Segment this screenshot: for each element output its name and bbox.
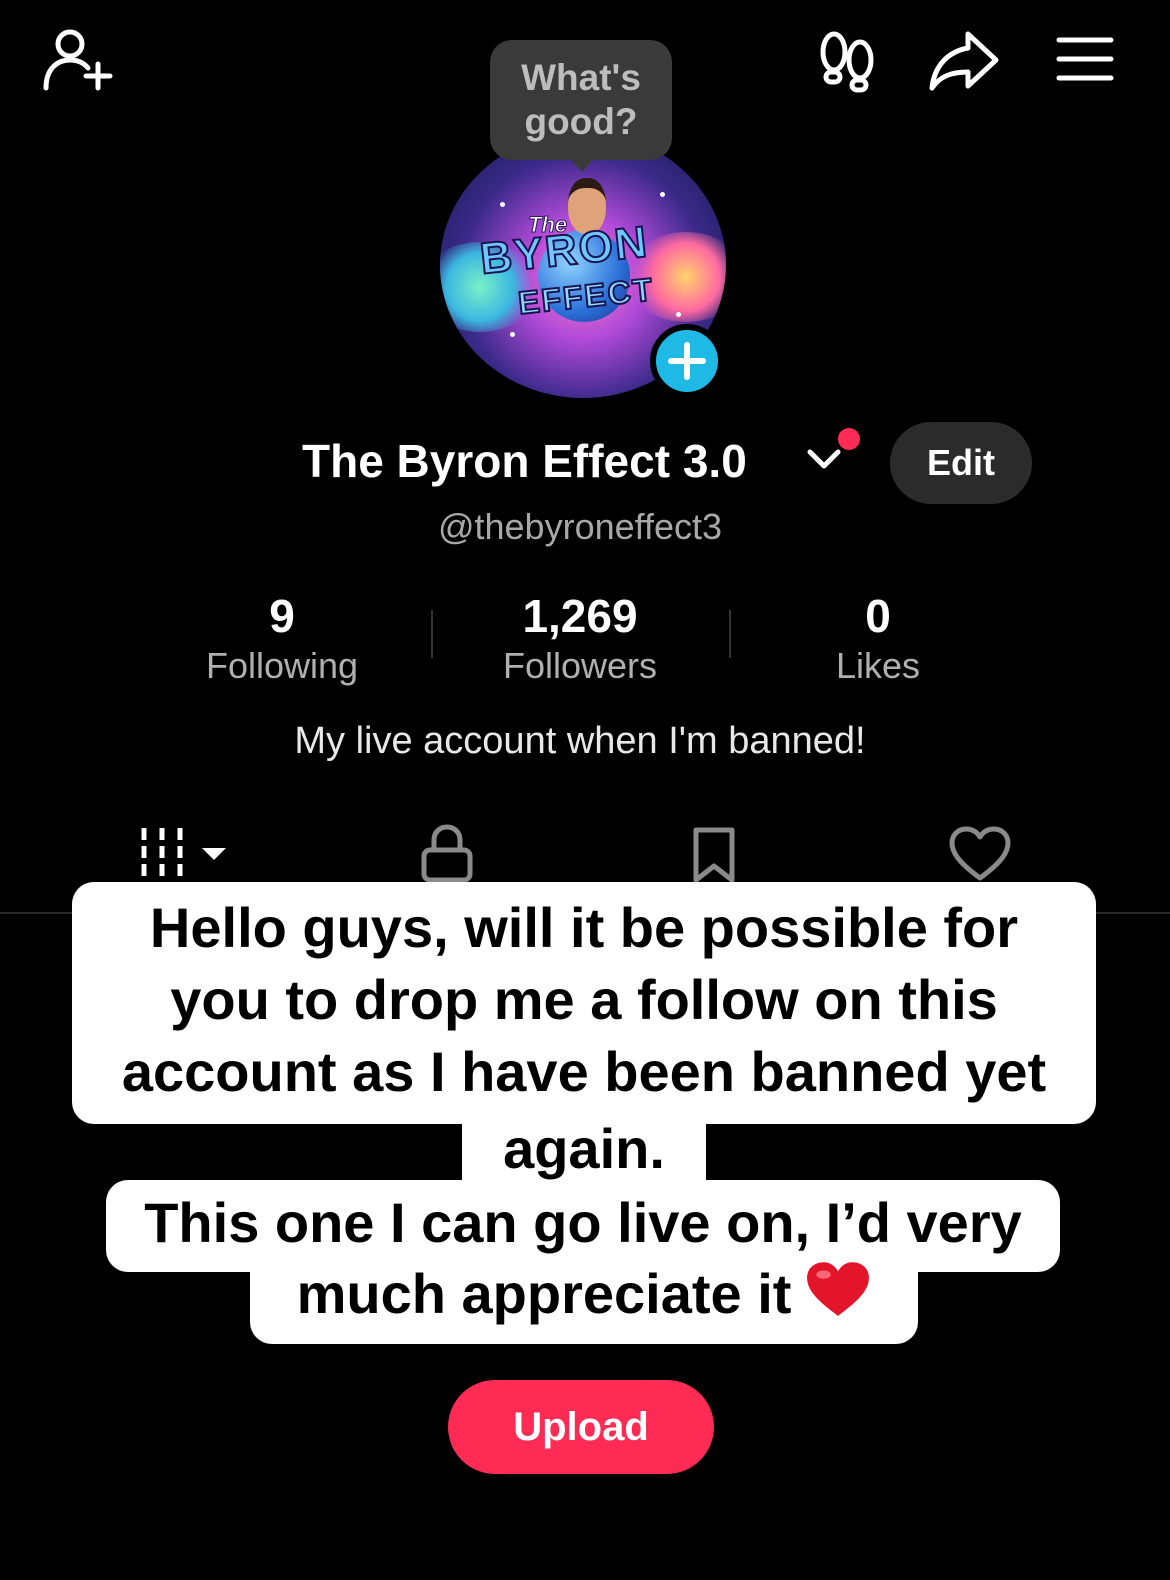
status-tooltip[interactable]: What's good? [490, 40, 672, 160]
profile-name[interactable]: The Byron Effect 3.0 [302, 434, 747, 488]
stat-followers[interactable]: 1,269 Followers [430, 590, 730, 688]
caption-block: again. [462, 1118, 706, 1188]
share-icon[interactable] [928, 28, 1000, 92]
profile-handle: @thebyroneffect3 [437, 506, 723, 547]
plus-icon [668, 342, 706, 380]
avatar-star [676, 312, 681, 317]
caption-block: much appreciate it [250, 1261, 918, 1344]
stat-label: Followers [502, 645, 658, 686]
notification-dot [838, 428, 860, 450]
caption-line: Hello guys, will it be possible for [149, 896, 1019, 959]
caption-line: much appreciate it [296, 1262, 792, 1325]
caption-line: again. [503, 1117, 665, 1180]
heart-icon[interactable] [948, 826, 1012, 882]
upload-button[interactable]: Upload [448, 1380, 714, 1474]
caption-line: account as I have been banned yet [121, 1040, 1047, 1103]
menu-icon[interactable] [1056, 36, 1114, 82]
caption-block: Hello guys, will it be possible for you … [72, 882, 1096, 1124]
tooltip-line2: good? [524, 101, 638, 142]
add-story-button[interactable] [650, 324, 724, 398]
add-friend-icon[interactable] [40, 28, 114, 92]
stat-value: 1,269 [522, 590, 638, 642]
tooltip-line1: What's [521, 57, 641, 98]
red-heart-icon [805, 1259, 871, 1330]
stat-value: 0 [865, 590, 891, 642]
lock-icon[interactable] [420, 824, 474, 882]
stat-value: 9 [269, 590, 295, 642]
footprints-icon[interactable] [818, 30, 876, 94]
avatar-star [660, 192, 665, 197]
chevron-down-icon[interactable] [806, 448, 842, 472]
bookmark-icon[interactable] [690, 826, 738, 882]
caption-line: This one I can go live on, I’d very [144, 1191, 1022, 1254]
edit-profile-button[interactable]: Edit [890, 422, 1032, 504]
stat-following[interactable]: 9 Following [132, 590, 432, 688]
avatar-star [500, 202, 505, 207]
caption-line: you to drop me a follow on this [170, 968, 998, 1031]
stat-label: Likes [835, 645, 921, 686]
caption-block: This one I can go live on, I’d very [106, 1180, 1060, 1272]
stat-label: Following [205, 645, 359, 686]
profile-bio: My live account when I'm banned! [294, 720, 866, 762]
stat-likes[interactable]: 0 Likes [728, 590, 1028, 688]
avatar-star [510, 332, 515, 337]
tooltip-tail [568, 156, 596, 172]
videos-grid-icon[interactable] [140, 826, 230, 882]
